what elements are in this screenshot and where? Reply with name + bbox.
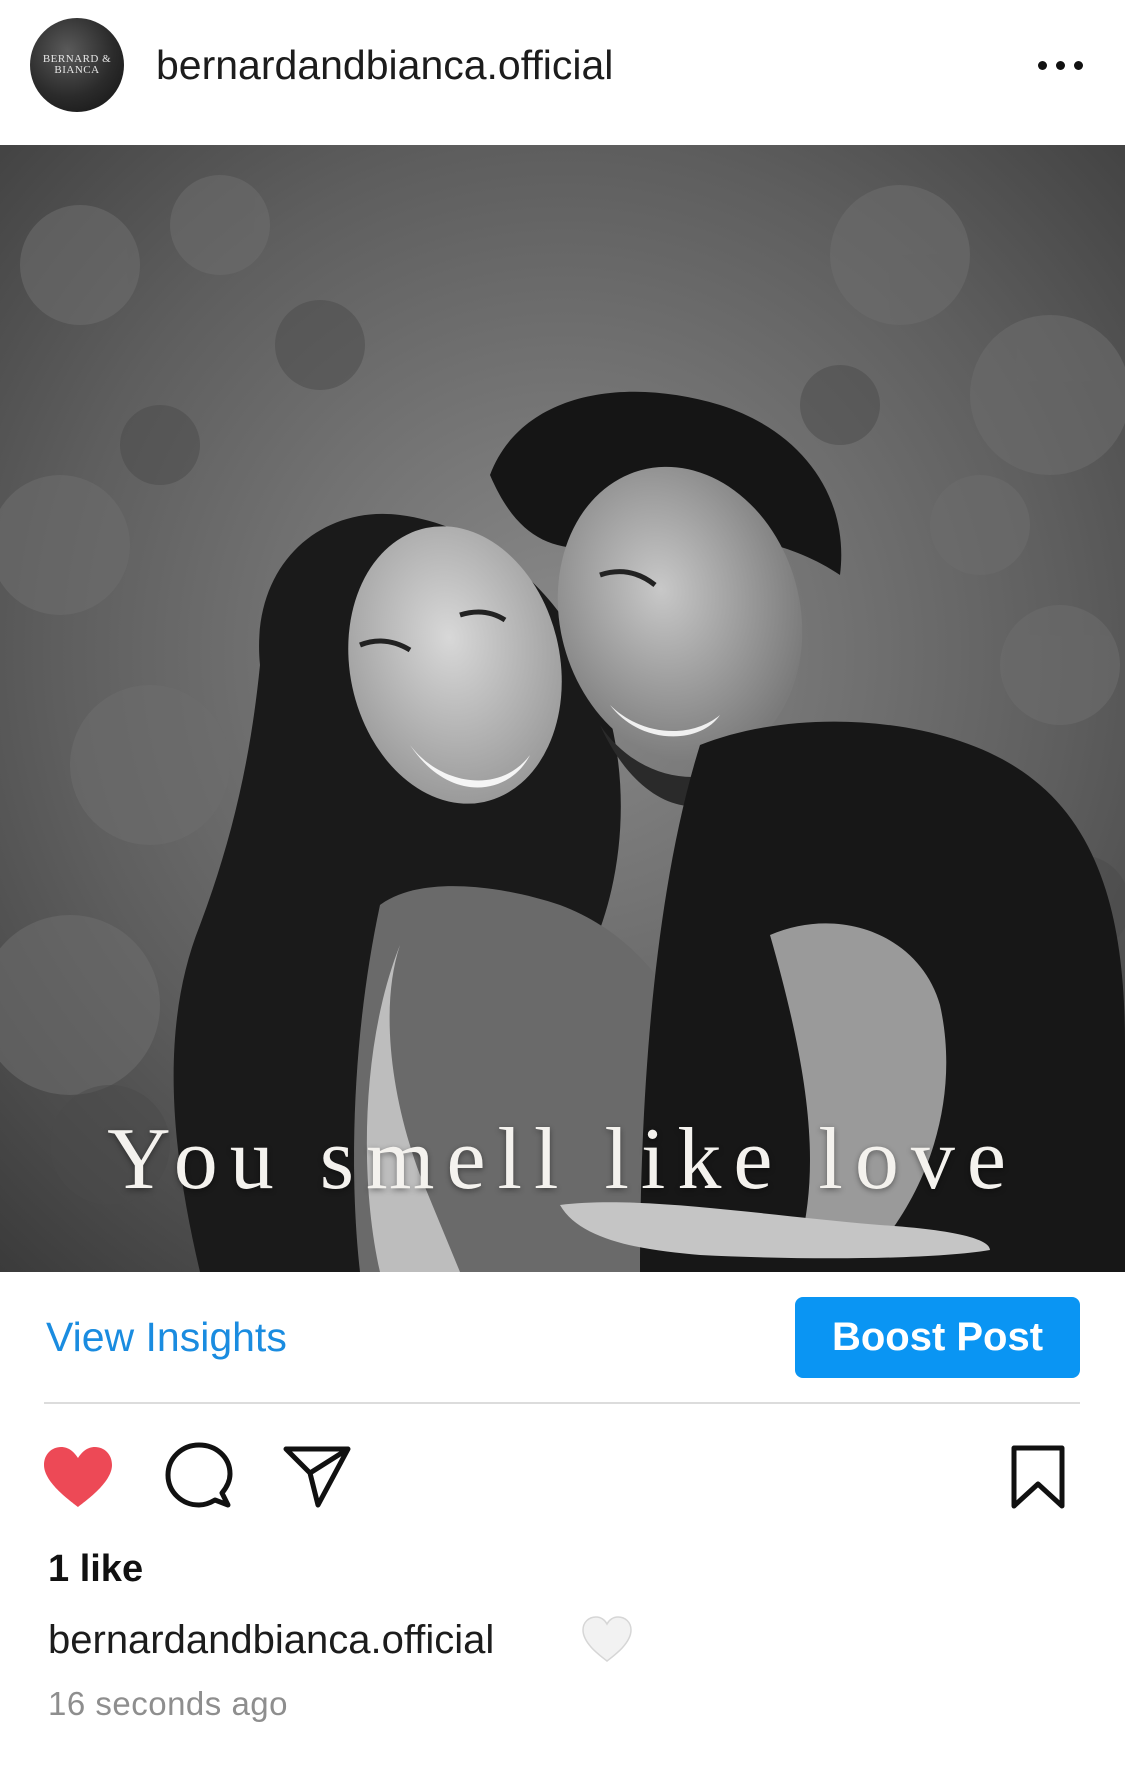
caption-username[interactable]: bernardandbianca.official [48,1616,494,1664]
insights-row: View Insights Boost Post [0,1272,1125,1404]
more-options-icon[interactable] [1030,50,1090,80]
post-username[interactable]: bernardandbianca.official [156,40,613,90]
profile-avatar[interactable]: BERNARD & BIANCA [30,18,124,112]
white-heart-icon [580,1614,634,1664]
post-timestamp: 16 seconds ago [48,1685,289,1722]
post-header: BERNARD & BIANCA bernardandbianca.offici… [0,0,1125,145]
divider [44,1402,1080,1404]
view-insights-link[interactable]: View Insights [46,1312,287,1362]
likes-count[interactable]: 1 like [48,1546,143,1592]
avatar-monogram: BERNARD & BIANCA [42,53,112,76]
bookmark-icon[interactable] [1009,1444,1067,1510]
couple-photo-illustration [0,145,1125,1272]
post-photo[interactable]: You smell like love [0,145,1125,1272]
post-overlay-text: You smell like love [107,1111,1018,1208]
boost-post-button[interactable]: Boost Post [795,1297,1080,1378]
paper-plane-icon[interactable] [282,1443,352,1509]
comment-icon[interactable] [164,1441,234,1511]
heart-filled-icon[interactable] [42,1445,114,1509]
